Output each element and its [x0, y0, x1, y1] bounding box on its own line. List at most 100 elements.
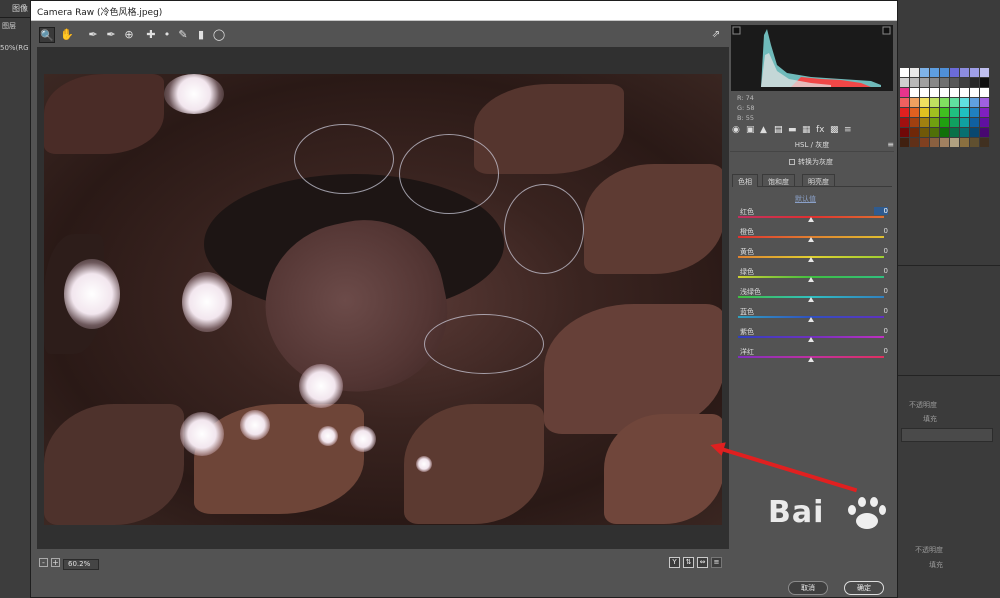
color-swatch[interactable]: [900, 98, 909, 107]
hsl-slider-value[interactable]: 0: [874, 207, 888, 215]
color-swatch[interactable]: [970, 128, 979, 137]
color-swatch[interactable]: [960, 118, 969, 127]
color-sampler-icon[interactable]: ✒: [103, 27, 119, 43]
color-swatch[interactable]: [940, 118, 949, 127]
color-swatch[interactable]: [970, 118, 979, 127]
color-swatch[interactable]: [900, 128, 909, 137]
targeted-adjustment-icon[interactable]: ⊕: [121, 27, 137, 43]
convert-to-grayscale-checkbox[interactable]: 转换为灰度: [789, 157, 833, 167]
hsl-slider-thumb[interactable]: [808, 257, 814, 262]
color-swatch[interactable]: [930, 88, 939, 97]
color-swatch[interactable]: [930, 68, 939, 77]
copy-settings-icon[interactable]: ⇔: [697, 557, 708, 568]
color-swatch[interactable]: [930, 138, 939, 147]
color-swatch[interactable]: [940, 78, 949, 87]
color-swatch[interactable]: [980, 98, 989, 107]
color-swatch[interactable]: [970, 88, 979, 97]
color-swatch[interactable]: [960, 78, 969, 87]
color-swatch[interactable]: [950, 108, 959, 117]
color-swatch[interactable]: [950, 138, 959, 147]
hsl-slider-thumb[interactable]: [808, 237, 814, 242]
color-swatch[interactable]: [950, 78, 959, 87]
color-swatch[interactable]: [940, 68, 949, 77]
hsl-slider-value[interactable]: 0: [874, 267, 888, 275]
checkbox-box[interactable]: [789, 159, 795, 165]
color-swatch[interactable]: [920, 78, 929, 87]
radial-filter-icon[interactable]: ◯: [211, 27, 227, 43]
hsl-slider-row[interactable]: 橙色 0: [738, 227, 888, 247]
basic-panel-icon[interactable]: ◉: [732, 125, 740, 135]
color-swatch[interactable]: [940, 138, 949, 147]
color-swatch[interactable]: [940, 108, 949, 117]
color-swatch[interactable]: [960, 98, 969, 107]
hand-tool-icon[interactable]: ✋: [59, 27, 75, 43]
layer-row[interactable]: [901, 428, 993, 442]
menu-item-image[interactable]: 图像: [12, 3, 28, 14]
hsl-slider-value[interactable]: 0: [874, 347, 888, 355]
color-swatch[interactable]: [940, 128, 949, 137]
hsl-panel-icon[interactable]: ▤: [774, 125, 783, 135]
color-swatch[interactable]: [950, 68, 959, 77]
hsl-slider-row[interactable]: 浅绿色 0: [738, 287, 888, 307]
lens-corrections-icon[interactable]: ▦: [802, 125, 811, 135]
color-swatch[interactable]: [920, 88, 929, 97]
zoom-tool-icon[interactable]: 🔍: [39, 27, 55, 43]
hsl-slider-row[interactable]: 红色 0: [738, 207, 888, 227]
image-preview-area[interactable]: [37, 47, 729, 549]
color-swatch[interactable]: [950, 118, 959, 127]
color-swatch[interactable]: [980, 68, 989, 77]
hsl-slider-row[interactable]: 蓝色 0: [738, 307, 888, 327]
preview-preferences-icon[interactable]: ≡: [711, 557, 722, 568]
swatches-panel[interactable]: [900, 68, 989, 147]
hsl-slider-thumb[interactable]: [808, 217, 814, 222]
color-swatch[interactable]: [900, 78, 909, 87]
tab-hue[interactable]: 色相: [732, 174, 758, 187]
color-swatch[interactable]: [900, 108, 909, 117]
crop-tool-icon[interactable]: ✚: [143, 27, 159, 43]
hsl-slider-row[interactable]: 绿色 0: [738, 267, 888, 287]
color-swatch[interactable]: [900, 118, 909, 127]
color-swatch[interactable]: [980, 108, 989, 117]
color-swatch[interactable]: [950, 88, 959, 97]
color-swatch[interactable]: [960, 108, 969, 117]
color-swatch[interactable]: [920, 138, 929, 147]
color-swatch[interactable]: [970, 68, 979, 77]
hsl-slider-thumb[interactable]: [808, 317, 814, 322]
color-swatch[interactable]: [920, 108, 929, 117]
hsl-slider-value[interactable]: 0: [874, 327, 888, 335]
color-swatch[interactable]: [930, 128, 939, 137]
fx-effects-icon[interactable]: fx: [816, 125, 825, 135]
color-swatch[interactable]: [960, 88, 969, 97]
zoom-in-button[interactable]: +: [51, 558, 60, 567]
color-swatch[interactable]: [910, 118, 919, 127]
color-swatch[interactable]: [920, 118, 929, 127]
brush-tool-icon[interactable]: ✎: [175, 27, 191, 43]
camera-calibration-icon[interactable]: ▩: [830, 125, 839, 135]
detail-icon[interactable]: ▲: [760, 125, 767, 135]
red-eye-icon[interactable]: •: [159, 27, 175, 43]
hsl-slider-value[interactable]: 0: [874, 247, 888, 255]
color-swatch[interactable]: [960, 138, 969, 147]
hsl-slider-value[interactable]: 0: [874, 287, 888, 295]
color-swatch[interactable]: [970, 78, 979, 87]
color-swatch[interactable]: [980, 128, 989, 137]
color-swatch[interactable]: [970, 98, 979, 107]
hsl-slider-thumb[interactable]: [808, 357, 814, 362]
hsl-slider-thumb[interactable]: [808, 277, 814, 282]
color-swatch[interactable]: [910, 78, 919, 87]
color-swatch[interactable]: [970, 138, 979, 147]
color-swatch[interactable]: [930, 118, 939, 127]
ok-button[interactable]: 确定: [844, 581, 884, 595]
color-swatch[interactable]: [940, 88, 949, 97]
hsl-slider-row[interactable]: 紫色 0: [738, 327, 888, 347]
swap-settings-icon[interactable]: ⇅: [683, 557, 694, 568]
color-swatch[interactable]: [910, 138, 919, 147]
presets-icon[interactable]: ≡: [844, 125, 852, 135]
panel-menu-icon[interactable]: ≡: [887, 140, 894, 149]
color-swatch[interactable]: [920, 98, 929, 107]
graduated-filter-icon[interactable]: ▮: [193, 27, 209, 43]
hsl-slider-row[interactable]: 黄色 0: [738, 247, 888, 267]
color-swatch[interactable]: [950, 128, 959, 137]
color-swatch[interactable]: [950, 98, 959, 107]
hsl-slider-thumb[interactable]: [808, 337, 814, 342]
